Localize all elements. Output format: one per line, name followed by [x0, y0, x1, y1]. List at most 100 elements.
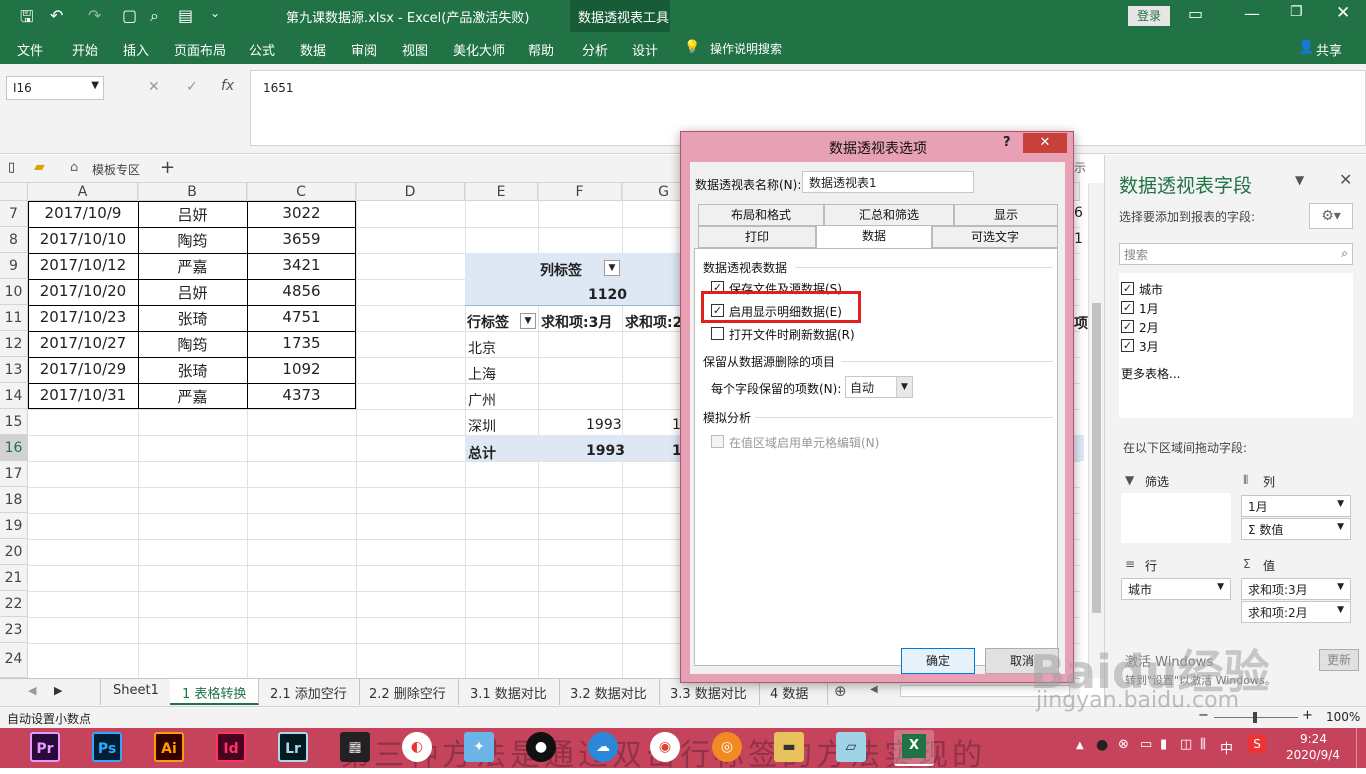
row-filter-dropdown-icon[interactable]: ▼: [520, 313, 536, 329]
row-header[interactable]: 11: [0, 305, 28, 331]
col-header-e[interactable]: E: [465, 183, 538, 201]
tab-insert[interactable]: 插入: [123, 40, 149, 59]
sheet-tab-active[interactable]: 1 表格转换: [170, 679, 260, 705]
pane-close-icon[interactable]: ✕: [1339, 170, 1352, 189]
col-filter-dropdown-icon[interactable]: ▼: [604, 260, 620, 276]
scroll-right-icon[interactable]: ▶: [54, 684, 62, 697]
checkbox-checked-icon[interactable]: ✓: [1121, 282, 1134, 295]
sheet-tab[interactable]: 3.2 数据对比: [558, 679, 660, 705]
field-item[interactable]: 3月: [1139, 338, 1159, 355]
minimize-icon[interactable]: —: [1244, 4, 1260, 23]
value-cell[interactable]: 4373: [247, 386, 356, 404]
date-cell[interactable]: 2017/10/12: [28, 256, 138, 274]
sheet-tab[interactable]: 3.1 数据对比: [458, 679, 560, 705]
row-header[interactable]: 19: [0, 513, 28, 539]
customize-qat-icon[interactable]: ⌄: [210, 6, 220, 20]
h-scroll-left-icon[interactable]: ◀: [870, 684, 878, 695]
pivot-col-value[interactable]: 1120: [588, 287, 627, 303]
value-cell[interactable]: 4856: [247, 282, 356, 300]
tray-qq-icon[interactable]: ●: [1096, 737, 1108, 753]
excel-taskbar-item[interactable]: X: [894, 730, 934, 766]
tab-design[interactable]: 设计: [632, 40, 658, 59]
sheet-tab[interactable]: Sheet1: [100, 679, 172, 705]
name-box[interactable]: I16 ▼: [6, 76, 104, 100]
vertical-scrollbar[interactable]: [1088, 183, 1104, 678]
value-cell[interactable]: 3022: [247, 204, 356, 222]
row-header[interactable]: 13: [0, 357, 28, 383]
tab-alt-text[interactable]: 可选文字: [932, 226, 1058, 248]
folder-icon[interactable]: ▰: [34, 159, 45, 175]
tab-home[interactable]: 开始: [72, 40, 98, 59]
tab-review[interactable]: 审阅: [351, 40, 377, 59]
show-desktop-button[interactable]: [1356, 728, 1366, 768]
zoom-in-icon[interactable]: +: [1302, 708, 1313, 723]
tab-help[interactable]: 帮助: [528, 40, 554, 59]
value-field-item[interactable]: 求和项:2月 ▼: [1241, 601, 1351, 623]
pivot-total-label[interactable]: 总计: [468, 443, 496, 463]
browser-icon[interactable]: ◎: [712, 732, 742, 762]
undo-icon[interactable]: ↶: [50, 6, 63, 25]
pivot-city[interactable]: 深圳: [468, 416, 496, 436]
pivot-col-label[interactable]: 列标签: [540, 260, 582, 280]
pane-options-icon[interactable]: ▼: [1295, 173, 1304, 187]
tab-page-layout[interactable]: 页面布局: [174, 40, 226, 59]
date-cell[interactable]: 2017/10/31: [28, 386, 138, 404]
field-item[interactable]: 城市: [1139, 281, 1163, 298]
field-item[interactable]: 2月: [1139, 319, 1159, 336]
date-cell[interactable]: 2017/10/23: [28, 308, 138, 326]
items-per-field-select[interactable]: 自动 ▼: [845, 376, 913, 398]
pivot-city[interactable]: 广州: [468, 390, 496, 410]
column-field-item[interactable]: Σ 数值 ▼: [1241, 518, 1351, 540]
tab-formulas[interactable]: 公式: [249, 40, 275, 59]
qq-icon[interactable]: ●: [526, 732, 556, 762]
tab-data[interactable]: 数据: [300, 40, 326, 59]
ok-button[interactable]: 确定: [901, 648, 975, 674]
share-button[interactable]: 共享: [1316, 40, 1342, 59]
scroll-left-icon[interactable]: ◀: [28, 684, 36, 697]
name-cell[interactable]: 吕妍: [138, 282, 247, 303]
value-field-item[interactable]: 求和项:3月 ▼: [1241, 578, 1351, 600]
pivot-city[interactable]: 北京: [468, 338, 496, 358]
close-icon[interactable]: ✕: [1336, 3, 1350, 23]
dialog-close-icon[interactable]: ✕: [1023, 133, 1067, 153]
gear-icon[interactable]: ⚙▾: [1309, 203, 1353, 229]
tab-totals-filters[interactable]: 汇总和筛选: [824, 204, 954, 226]
row-field-item[interactable]: 城市 ▼: [1121, 578, 1231, 600]
restore-icon[interactable]: ❐: [1290, 4, 1303, 20]
checkbox-checked-icon[interactable]: ✓: [1121, 320, 1134, 333]
row-header[interactable]: 23: [0, 617, 28, 643]
row-header[interactable]: 18: [0, 487, 28, 513]
tab-file[interactable]: 文件: [17, 40, 43, 59]
value-cell[interactable]: 1735: [247, 334, 356, 352]
update-button[interactable]: 更新: [1319, 649, 1359, 671]
share-icon[interactable]: 👤: [1298, 40, 1314, 55]
notes-icon[interactable]: ▱: [836, 732, 866, 762]
pivot-name-input[interactable]: 数据透视表1: [802, 171, 974, 193]
value-cell[interactable]: 1092: [247, 360, 356, 378]
confirm-entry-icon[interactable]: ✓: [186, 79, 198, 95]
login-button[interactable]: 登录: [1128, 6, 1170, 26]
row-header[interactable]: 12: [0, 331, 28, 357]
cancel-entry-icon[interactable]: ✕: [148, 79, 160, 95]
value-cell[interactable]: 3659: [247, 230, 356, 248]
tab-view[interactable]: 视图: [402, 40, 428, 59]
pivot-sum-mar-header[interactable]: 求和项:3月: [541, 312, 612, 332]
checkbox-unchecked-icon[interactable]: [711, 327, 724, 340]
add-sheet-icon[interactable]: ⊕: [834, 682, 847, 700]
wifi-icon[interactable]: ⫼: [1200, 737, 1206, 752]
tray-expand-icon[interactable]: ▲: [1076, 740, 1084, 751]
row-header[interactable]: 14: [0, 383, 28, 409]
row-header[interactable]: 20: [0, 539, 28, 565]
sheet-tab[interactable]: 2.2 删除空行: [357, 679, 459, 705]
date-cell[interactable]: 2017/10/29: [28, 360, 138, 378]
illustrator-icon[interactable]: Ai: [154, 732, 184, 762]
clock-time[interactable]: 9:24: [1300, 732, 1327, 746]
col-header-d[interactable]: D: [356, 183, 465, 201]
name-cell[interactable]: 陶筠: [138, 334, 247, 355]
input-language[interactable]: 中: [1220, 738, 1233, 757]
tray-app-icon[interactable]: ⊗: [1118, 737, 1129, 752]
template-tab[interactable]: 模板专区: [92, 161, 140, 178]
value-cell[interactable]: 3421: [247, 256, 356, 274]
sogou-icon[interactable]: S: [1248, 735, 1266, 753]
scroll-thumb[interactable]: [1092, 303, 1101, 613]
